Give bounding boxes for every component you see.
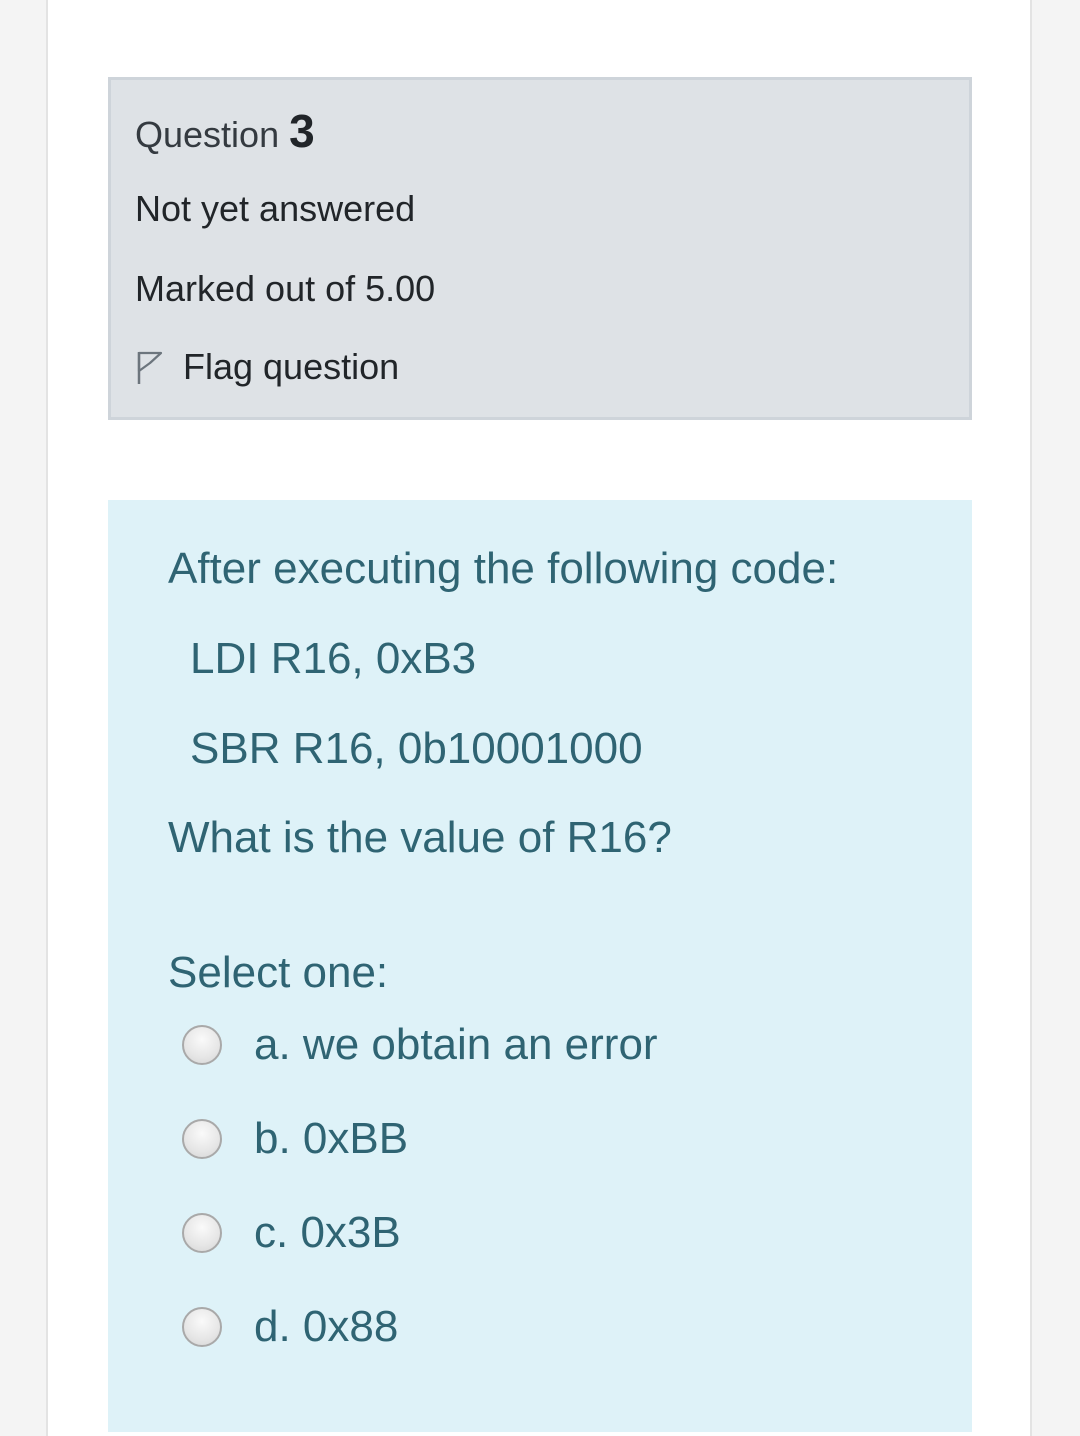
flag-question-link[interactable]: Flag question [135,346,399,388]
radio-button[interactable] [182,1025,222,1065]
answer-option-c[interactable]: c. 0x3B [182,1208,401,1258]
answer-option-d[interactable]: d. 0x88 [182,1302,398,1352]
question-grade: Marked out of 5.00 [135,268,436,309]
answer-option-label: d. 0x88 [254,1302,399,1351]
radio-button[interactable] [182,1119,222,1159]
answer-option-label: c. 0x3B [254,1208,401,1257]
question-content-panel: After executing the following code: LDI … [108,500,972,1432]
question-prompt: After executing the following code: [168,544,839,593]
select-one-label: Select one: [168,948,389,997]
answer-option-b[interactable]: b. 0xBB [182,1114,408,1164]
answer-option-label: b. 0xBB [254,1114,409,1163]
flag-outline-icon [135,349,165,385]
answer-option-label: a. we obtain an error [254,1020,658,1069]
question-word: Question [135,114,280,155]
code-line: LDI R16, 0xB3 [190,634,477,683]
question-text: What is the value of R16? [168,813,672,862]
question-state: Not yet answered [135,188,416,229]
question-heading: Question 3 [135,104,315,158]
flag-question-label: Flag question [183,346,400,387]
question-info-panel: Question 3 Not yet answered Marked out o… [108,77,972,420]
code-line: SBR R16, 0b10001000 [190,724,643,773]
answer-option-a[interactable]: a. we obtain an error [182,1020,658,1070]
question-number: 3 [289,105,315,157]
radio-button[interactable] [182,1213,222,1253]
radio-button[interactable] [182,1307,222,1347]
